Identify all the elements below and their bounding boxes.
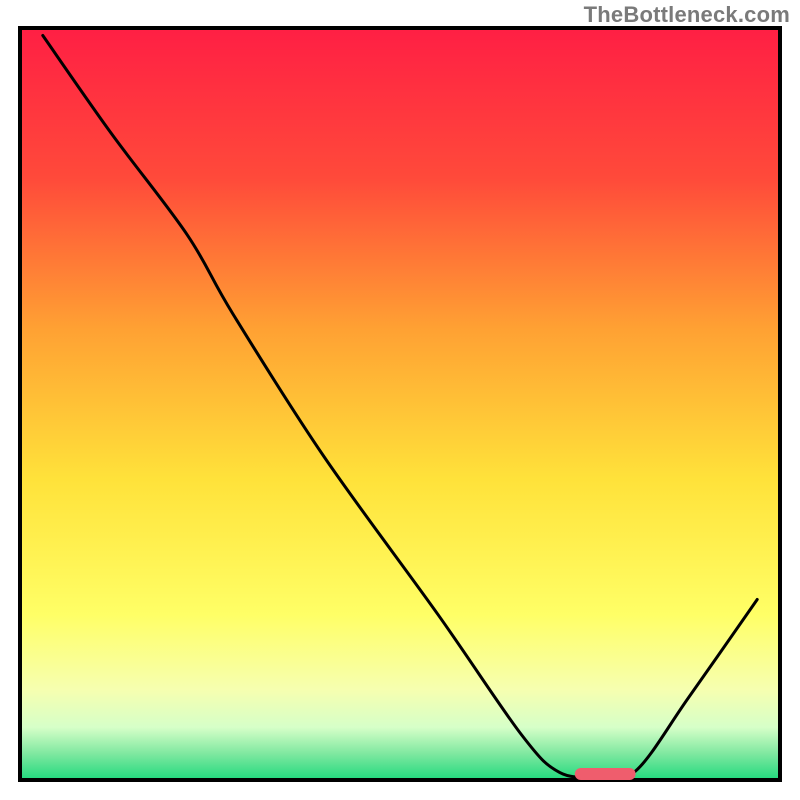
optimal-marker <box>575 768 636 780</box>
plot-background <box>20 28 780 780</box>
chart-svg <box>0 0 800 800</box>
watermark-text: TheBottleneck.com <box>584 2 790 28</box>
bottleneck-chart: TheBottleneck.com <box>0 0 800 800</box>
